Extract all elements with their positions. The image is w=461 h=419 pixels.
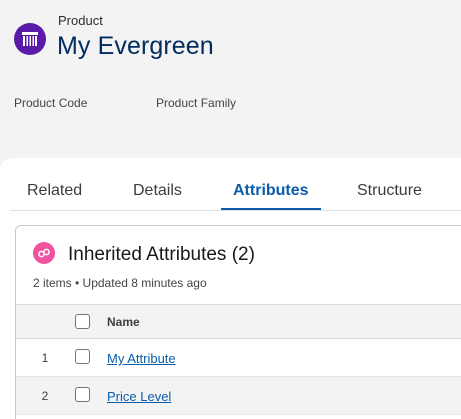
tabs-divider	[10, 210, 461, 211]
row-checkbox[interactable]	[75, 387, 90, 402]
product-family-label: Product Family	[156, 96, 237, 110]
column-header-name[interactable]: Name	[107, 315, 140, 329]
select-all-checkbox[interactable]	[75, 314, 90, 329]
table-header-row: Name	[16, 304, 461, 339]
record-header: Product My Evergreen Product Code Produc…	[0, 0, 461, 160]
tab-details[interactable]: Details	[133, 182, 182, 200]
attribute-link[interactable]: My Attribute	[107, 351, 176, 366]
tab-related[interactable]: Related	[27, 182, 82, 200]
tab-attributes[interactable]: Attributes	[233, 182, 309, 200]
tab-bar: Related Details Attributes Structure	[0, 158, 461, 212]
attributes-table: Name 1 My Attribute 2 Price Level	[16, 304, 461, 415]
entity-label: Product	[58, 13, 103, 28]
attribute-link[interactable]: Price Level	[107, 389, 171, 404]
table-row: 1 My Attribute	[16, 339, 461, 377]
inherited-attributes-card: Inherited Attributes (2) 2 items • Updat…	[15, 225, 461, 419]
attributes-icon	[33, 242, 55, 264]
main-content-card: Related Details Attributes Structure Inh…	[0, 158, 461, 419]
row-number: 2	[41, 389, 49, 403]
record-title: My Evergreen	[57, 32, 214, 60]
table-row: 2 Price Level	[16, 377, 461, 415]
list-meta: 2 items • Updated 8 minutes ago	[33, 276, 207, 290]
tab-structure[interactable]: Structure	[357, 182, 422, 200]
list-title[interactable]: Inherited Attributes (2)	[68, 244, 255, 266]
row-checkbox[interactable]	[75, 349, 90, 364]
product-code-label: Product Code	[14, 96, 88, 110]
row-number: 1	[41, 351, 49, 365]
product-icon	[14, 23, 46, 55]
